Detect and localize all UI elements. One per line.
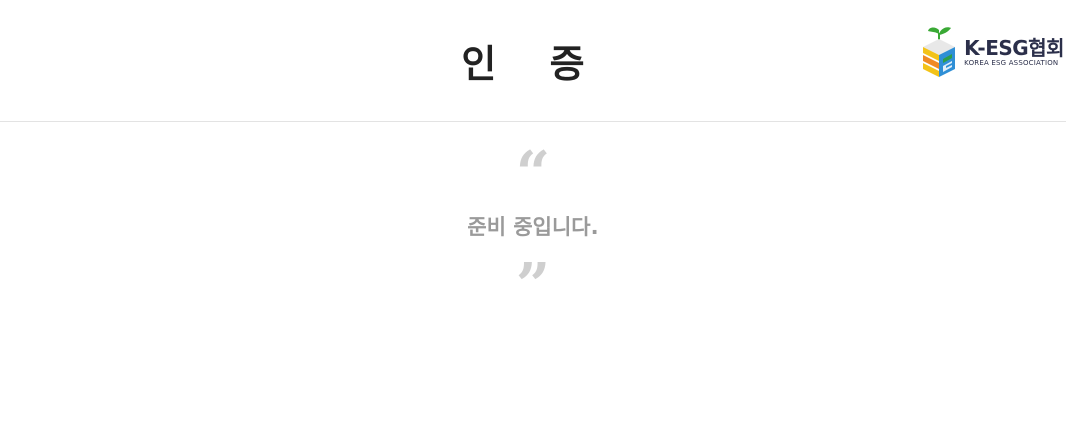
logo-sub-text: KOREA ESG ASSOCIATION [964, 58, 1059, 67]
page-title: 인 증 [461, 42, 605, 86]
page-header: 인 증 K-ESG협회 KOREA ESG ASSOCIATION [0, 0, 1066, 122]
logo-main-text: K-ESG협회 [964, 35, 1064, 60]
open-quote-icon: “ [515, 139, 551, 209]
page: 인 증 K-ESG협회 KOREA ESG ASSOCIATION “ 준비 중… [0, 0, 1066, 431]
kesg-logo[interactable]: K-ESG협회 KOREA ESG ASSOCIATION [917, 22, 1064, 82]
kesg-logo-icon [917, 24, 961, 80]
kesg-logo-text: K-ESG협회 KOREA ESG ASSOCIATION [964, 37, 1064, 68]
notice-panel: “ 준비 중입니다. ” [0, 122, 1066, 316]
close-quote-icon: ” [515, 251, 551, 321]
notice-message: 준비 중입니다. [467, 215, 599, 239]
